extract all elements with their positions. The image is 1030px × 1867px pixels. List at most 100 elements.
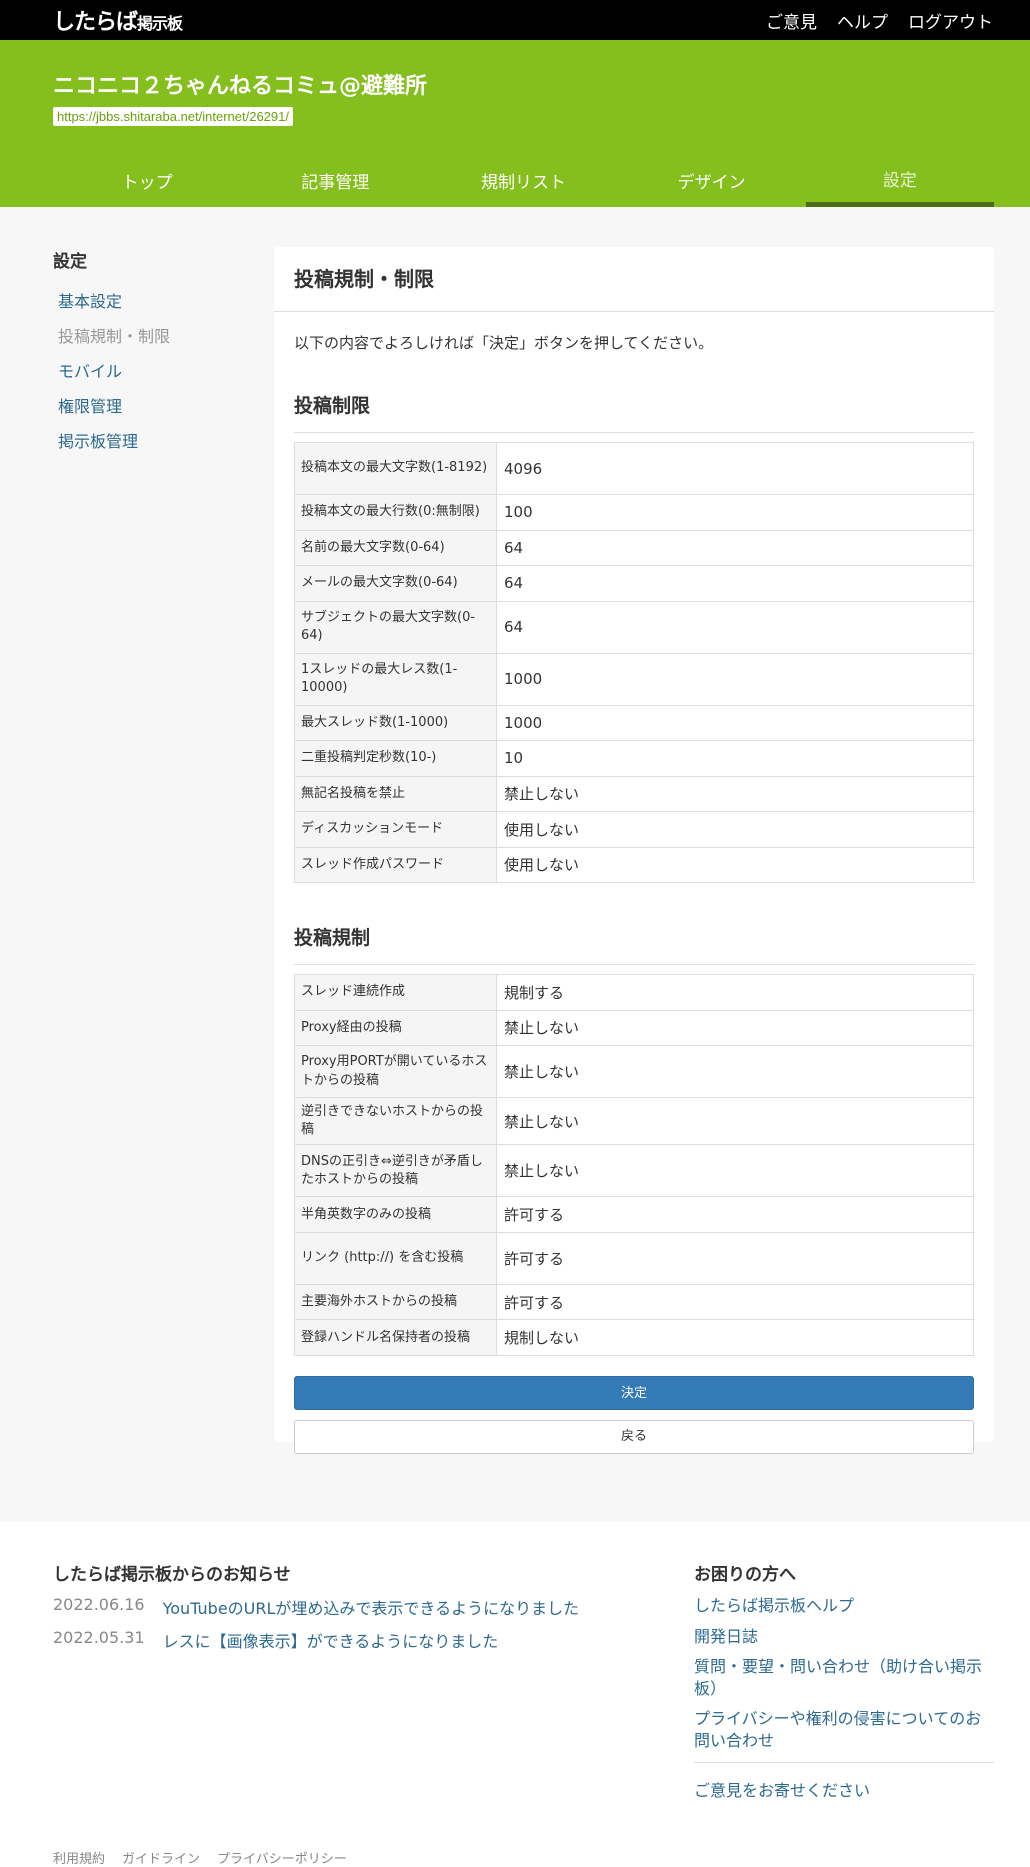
setting-label: 投稿本文の最大行数(0:無制限) [294, 494, 497, 531]
news-date: 2022.05.31 [53, 1628, 145, 1647]
setting-label: リンク (http://) を含む投稿 [294, 1231, 497, 1285]
tab-article-management[interactable]: 記事管理 [241, 161, 429, 207]
table-row: スレッド連続作成 規制する [294, 974, 974, 1011]
setting-value: 許可する [496, 1196, 974, 1233]
table-row: 投稿本文の最大行数(0:無制限) 100 [294, 494, 974, 531]
sidebar-item-post-restrictions: 投稿規制・制限 [58, 327, 171, 346]
logo-main-text: したらば [53, 10, 138, 35]
sidebar-item-basic[interactable]: 基本設定 [53, 288, 253, 312]
sidebar-item-permissions-link[interactable]: 権限管理 [58, 397, 122, 416]
post-restrictions-table: スレッド連続作成 規制する Proxy経由の投稿 禁止しない Proxy用PORTが開い… [294, 974, 974, 1356]
help-link-helpdesk[interactable]: したらば掲示板ヘルプ [694, 1596, 854, 1615]
table-row: 二重投稿判定秒数(10-) 10 [294, 740, 974, 777]
board-title: ニコニコ２ちゃんねるコミュ@避難所 [53, 74, 428, 99]
setting-label: 1スレッドの最大レス数(1-10000) [294, 652, 497, 706]
help-link[interactable]: ヘルプ [837, 8, 888, 33]
setting-label: 逆引きできないホストからの投稿 [294, 1096, 497, 1146]
help-link-support-board[interactable]: 質問・要望・問い合わせ（助け合い掲示板） [694, 1657, 982, 1698]
sidebar-item-mobile-link[interactable]: モバイル [58, 362, 122, 381]
sidebar-item-permissions[interactable]: 権限管理 [53, 393, 253, 417]
setting-value: 規制しない [496, 1319, 974, 1356]
help-link-privacy-contact[interactable]: プライバシーや権利の侵害についてのお問い合わせ [694, 1709, 981, 1750]
back-button[interactable]: 戻る [294, 1419, 974, 1454]
tab-top[interactable]: トップ [53, 161, 241, 207]
help-link-feedback[interactable]: ご意見をお寄せください [694, 1781, 870, 1800]
top-bar: したらば掲示板 ご意見 ヘルプ ログアウト [0, 0, 1030, 40]
setting-value: 1000 [496, 652, 974, 706]
terms-link[interactable]: 利用規約 [53, 1848, 105, 1867]
news-item: 2022.05.31 レスに【画像表示】ができるようになりました [53, 1628, 579, 1652]
section-post-restrictions-title: 投稿規制 [294, 923, 974, 965]
help-link-dev-diary[interactable]: 開発日誌 [694, 1627, 758, 1646]
setting-value: 64 [496, 600, 974, 654]
table-row: 半角英数字のみの投稿 許可する [294, 1196, 974, 1233]
setting-value: 禁止しない [496, 1009, 974, 1046]
privacy-policy-link[interactable]: プライバシーポリシー [217, 1848, 347, 1867]
settings-panel: 投稿規制・制限 以下の内容でよろしければ「決定」ボタンを押してください。 投稿制… [274, 247, 994, 1454]
table-row: 無記名投稿を禁止 禁止しない [294, 775, 974, 812]
site-logo[interactable]: したらば掲示板 [53, 4, 183, 36]
section-post-limits-title: 投稿制限 [294, 391, 974, 433]
setting-label: 半角英数字のみの投稿 [294, 1196, 497, 1233]
post-limits-table: 投稿本文の最大文字数(1-8192) 4096 投稿本文の最大行数(0:無制限) 10… [294, 442, 974, 883]
settings-sidebar: 設定 基本設定 投稿規制・制限 モバイル 権限管理 掲示板管理 [53, 247, 253, 463]
setting-value: 禁止しない [496, 775, 974, 812]
setting-value: 4096 [496, 442, 974, 495]
sidebar-title: 設定 [53, 252, 87, 272]
setting-label: 無記名投稿を禁止 [294, 775, 497, 812]
table-row: メールの最大文字数(0-64) 64 [294, 565, 974, 602]
setting-label: スレッド連続作成 [294, 974, 497, 1011]
setting-label: 二重投稿判定秒数(10-) [294, 740, 497, 777]
table-row: DNSの正引き⇔逆引きが矛盾したホストからの投稿 禁止しない [294, 1144, 974, 1198]
guidelines-link[interactable]: ガイドライン [122, 1848, 200, 1867]
setting-label: ディスカッションモード [294, 811, 497, 848]
setting-label: 最大スレッド数(1-1000) [294, 704, 497, 741]
setting-label: メールの最大文字数(0-64) [294, 565, 497, 602]
footer-links: 利用規約 ガイドライン プライバシーポリシー [53, 1848, 347, 1867]
board-tabs: トップ 記事管理 規制リスト デザイン 設定 [53, 161, 994, 207]
table-row: リンク (http://) を含む投稿 許可する [294, 1231, 974, 1285]
board-header: ニコニコ２ちゃんねるコミュ@避難所 https://jbbs.shitaraba… [0, 40, 1030, 207]
sidebar-item-board-management[interactable]: 掲示板管理 [53, 428, 253, 452]
tab-design[interactable]: デザイン [618, 161, 806, 207]
panel-title: 投稿規制・制限 [274, 247, 994, 312]
setting-value: 使用しない [496, 846, 974, 883]
table-row: サブジェクトの最大文字数(0-64) 64 [294, 600, 974, 654]
submit-button[interactable]: 決定 [294, 1375, 974, 1410]
feedback-link[interactable]: ご意見 [766, 8, 817, 33]
help-title: お困りの方へ [694, 1565, 796, 1585]
top-nav: ご意見 ヘルプ ログアウト [766, 8, 993, 33]
setting-label: スレッド作成パスワード [294, 846, 497, 883]
setting-label: 登録ハンドル名保持者の投稿 [294, 1319, 497, 1356]
table-row: Proxy経由の投稿 禁止しない [294, 1009, 974, 1046]
board-url[interactable]: https://jbbs.shitaraba.net/internet/2629… [53, 107, 293, 126]
setting-value: 禁止しない [496, 1045, 974, 1098]
sidebar-item-mobile[interactable]: モバイル [53, 358, 253, 382]
setting-value: 禁止しない [496, 1096, 974, 1146]
setting-label: サブジェクトの最大文字数(0-64) [294, 600, 497, 654]
setting-label: DNSの正引き⇔逆引きが矛盾したホストからの投稿 [294, 1144, 497, 1198]
setting-value: 64 [496, 529, 974, 566]
site-footer: したらば掲示板からのお知らせ 2022.06.16 YouTubeのURLが埋め… [0, 1522, 1030, 1867]
news-item: 2022.06.16 YouTubeのURLが埋め込みで表示できるようになりまし… [53, 1595, 579, 1619]
table-row: 名前の最大文字数(0-64) 64 [294, 529, 974, 566]
tab-restriction-list[interactable]: 規制リスト [429, 161, 617, 207]
setting-value: 禁止しない [496, 1144, 974, 1198]
news-link[interactable]: YouTubeのURLが埋め込みで表示できるようになりました [163, 1595, 580, 1619]
tab-settings[interactable]: 設定 [805, 161, 994, 207]
main-content: 設定 基本設定 投稿規制・制限 モバイル 権限管理 掲示板管理 投稿規制・制限 … [0, 207, 1030, 1522]
news-title: したらば掲示板からのお知らせ [53, 1565, 291, 1585]
setting-value: 10 [496, 740, 974, 777]
table-row: スレッド作成パスワード 使用しない [294, 846, 974, 883]
news-date: 2022.06.16 [53, 1595, 145, 1614]
logout-link[interactable]: ログアウト [908, 8, 993, 33]
news-link[interactable]: レスに【画像表示】ができるようになりました [163, 1628, 499, 1652]
setting-value: 規制する [496, 974, 974, 1011]
sidebar-item-board-management-link[interactable]: 掲示板管理 [58, 432, 138, 451]
table-row: 最大スレッド数(1-1000) 1000 [294, 704, 974, 741]
sidebar-item-basic-link[interactable]: 基本設定 [58, 292, 122, 311]
setting-value: 許可する [496, 1283, 974, 1321]
table-row: 1スレッドの最大レス数(1-10000) 1000 [294, 652, 974, 706]
setting-value: 100 [496, 494, 974, 531]
table-row: 登録ハンドル名保持者の投稿 規制しない [294, 1319, 974, 1356]
